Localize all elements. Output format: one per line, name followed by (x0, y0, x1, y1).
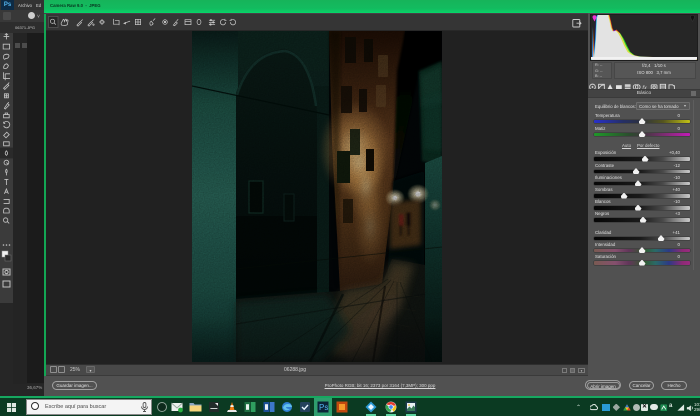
svg-text:Ps: Ps (319, 403, 328, 412)
